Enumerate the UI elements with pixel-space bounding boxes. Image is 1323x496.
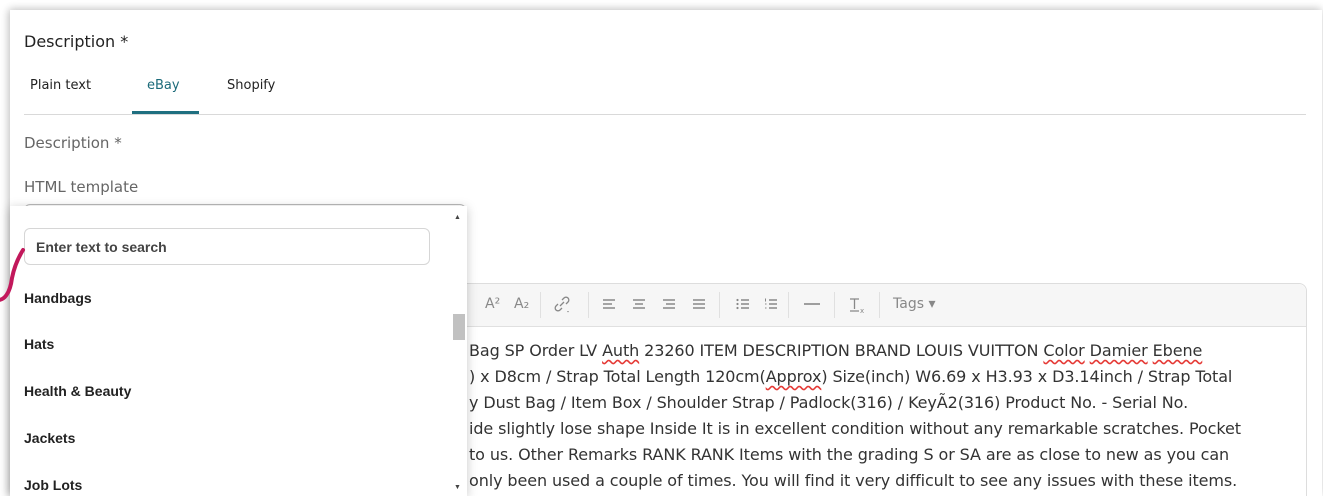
html-template-label: HTML template [24, 178, 139, 196]
dropdown-scrollbar[interactable] [452, 206, 466, 496]
editor-line: only been used a couple of times. You wi… [469, 471, 1238, 490]
toolbar-divider [540, 292, 541, 318]
tab-ebay[interactable]: eBay [147, 78, 180, 93]
horizontal-rule-icon[interactable] [803, 296, 821, 316]
svg-text:x: x [860, 307, 864, 314]
editor-line: ide slightly lose shape Inside It is in … [469, 419, 1241, 438]
bullet-list-icon[interactable] [735, 296, 751, 316]
category-dropdown: Handbags Hats Health & Beauty Jackets Jo… [10, 206, 467, 496]
toolbar-divider [588, 292, 589, 318]
align-right-icon[interactable] [661, 296, 677, 316]
superscript-button[interactable]: A² [485, 296, 500, 312]
description-tabs: Plain text eBay Shopify [24, 74, 1306, 115]
scroll-up-arrow-icon[interactable]: ▲ [454, 214, 461, 221]
clear-format-icon[interactable]: x [848, 296, 866, 318]
tags-dropdown[interactable]: Tags ▾ [893, 296, 935, 312]
active-tab-indicator [132, 111, 199, 114]
tab-plain-text[interactable]: Plain text [30, 78, 91, 93]
editor-line: Bag SP Order LV Auth 23260 ITEM DESCRIPT… [469, 341, 1203, 360]
description-label: Description * [24, 134, 122, 152]
link-icon[interactable] [552, 294, 572, 318]
dropdown-option-health-beauty[interactable]: Health & Beauty [24, 383, 131, 399]
toolbar-divider [834, 292, 835, 318]
dropdown-option-jackets[interactable]: Jackets [24, 430, 75, 446]
dropdown-option-handbags[interactable]: Handbags [24, 290, 92, 306]
toolbar-divider [719, 292, 720, 318]
tab-shopify[interactable]: Shopify [227, 78, 275, 93]
toolbar-divider [879, 292, 880, 318]
numbered-list-icon[interactable] [763, 296, 779, 316]
editor-line: to us. Other Remarks RANK RANK Items wit… [469, 445, 1230, 464]
align-center-icon[interactable] [631, 296, 647, 316]
toolbar-divider [788, 292, 789, 318]
editor-line: y Dust Bag / Item Box / Shoulder Strap /… [469, 393, 1189, 412]
subscript-button[interactable]: A₂ [514, 296, 529, 312]
dropdown-search-input[interactable] [24, 228, 430, 265]
align-left-icon[interactable] [601, 296, 617, 316]
dropdown-option-hats[interactable]: Hats [24, 336, 54, 352]
scroll-down-arrow-icon[interactable]: ▼ [454, 484, 461, 491]
editor-line: ) x D8cm / Strap Total Length 120cm(Appr… [469, 367, 1233, 386]
dropdown-option-job-lots[interactable]: Job Lots [24, 477, 82, 493]
section-title: Description * [24, 32, 129, 51]
scrollbar-thumb[interactable] [453, 314, 465, 340]
pink-annotation-mark [0, 248, 25, 302]
align-justify-icon[interactable] [691, 296, 707, 316]
